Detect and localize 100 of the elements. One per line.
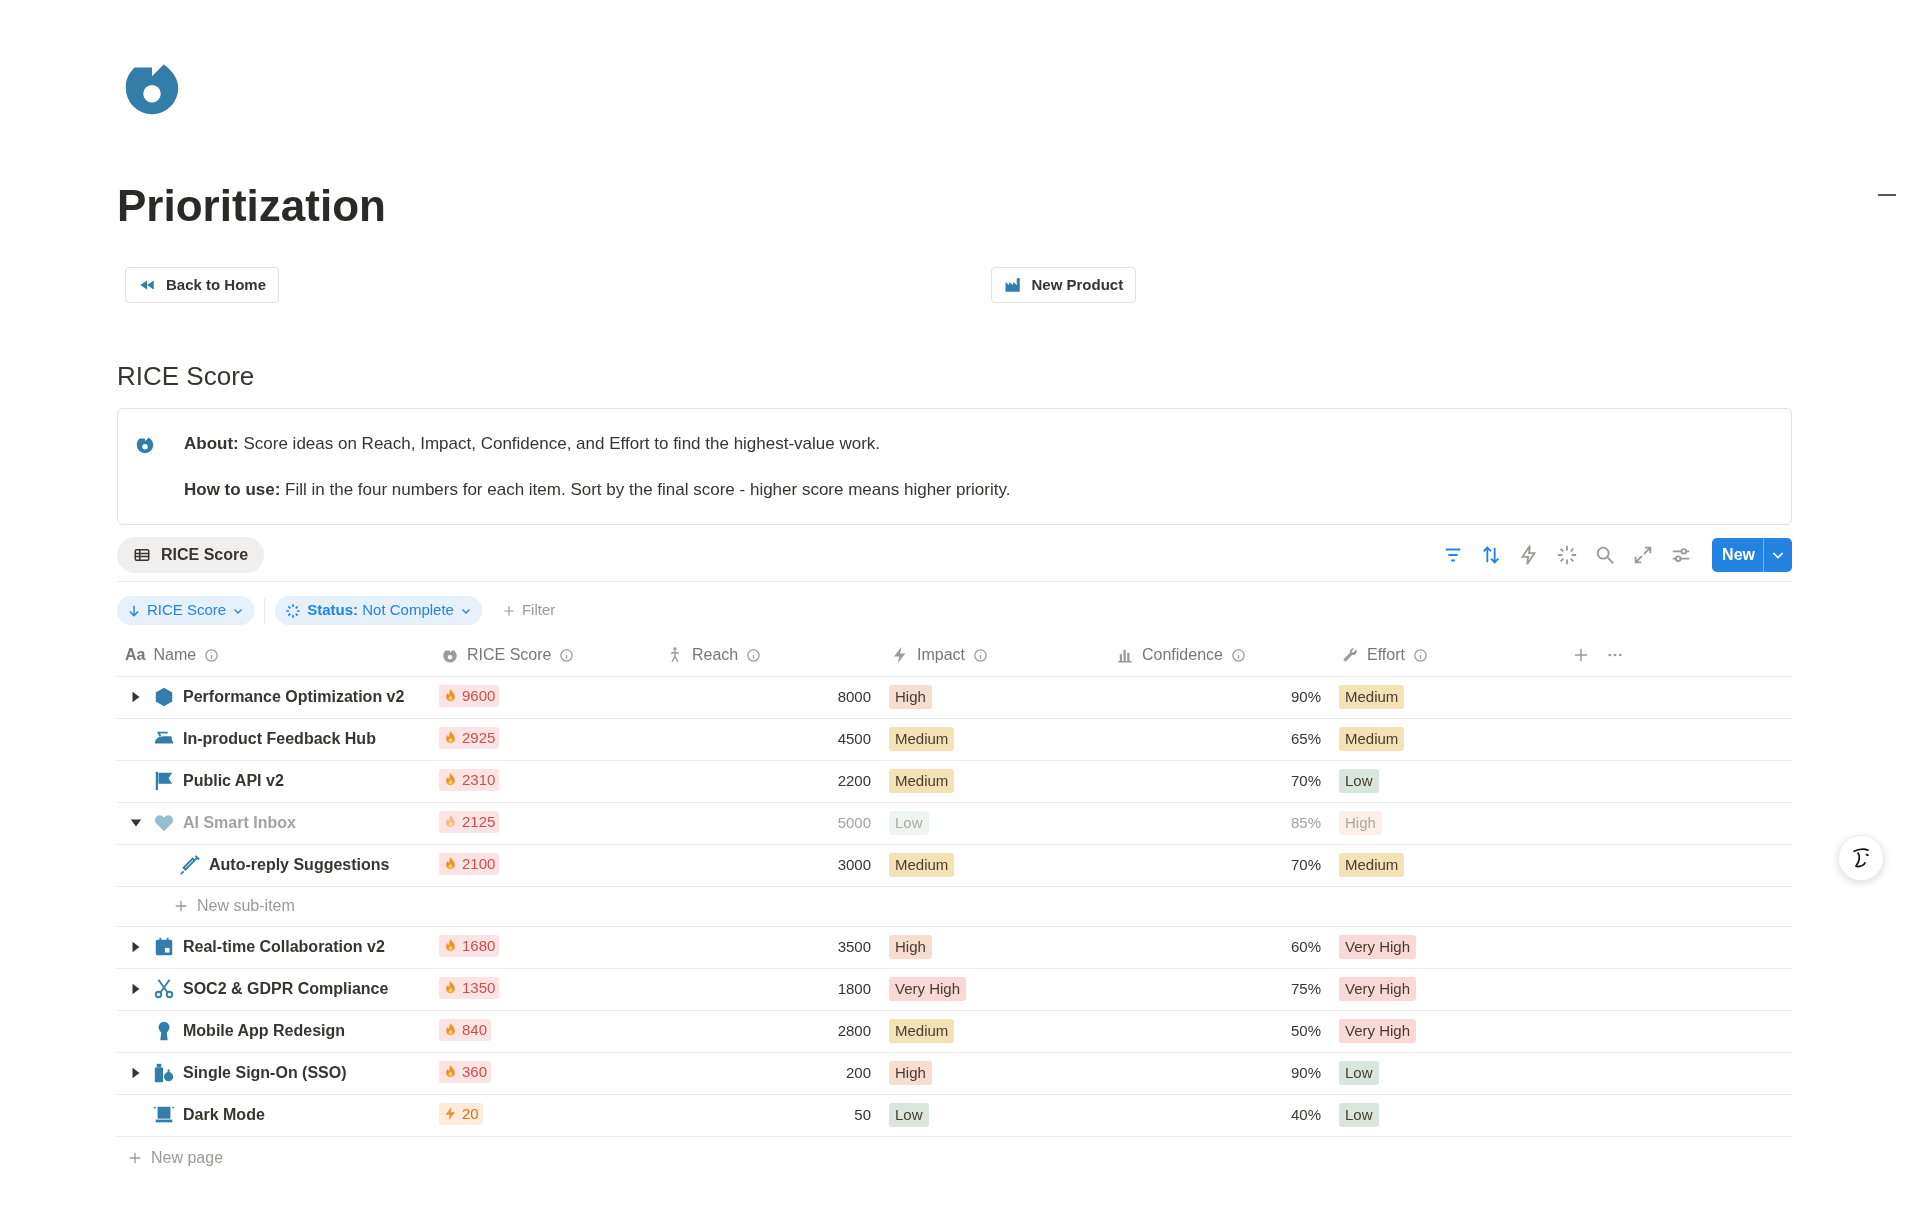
tag: Very High <box>1339 935 1417 960</box>
tag: Medium <box>889 727 955 752</box>
arrow-down-icon <box>127 603 141 618</box>
tag: High <box>1339 811 1382 836</box>
fire-icon <box>443 1022 458 1038</box>
plus-icon <box>501 603 516 618</box>
search-icon[interactable] <box>1594 544 1617 567</box>
row-title[interactable]: Auto-reply Suggestions <box>209 853 390 878</box>
bottles-icon <box>153 1062 175 1085</box>
column-header[interactable]: RICE Score <box>467 643 552 668</box>
loading-icon <box>285 602 302 619</box>
table-cell-text: 5000 <box>836 813 872 834</box>
new-sub-item-button[interactable]: New sub-item <box>173 894 295 919</box>
row-title[interactable]: Performance Optimization v2 <box>183 685 405 710</box>
sparkle-icon[interactable] <box>1556 544 1579 567</box>
score-value: 840 <box>439 1018 492 1041</box>
scissors-icon <box>153 978 175 1001</box>
table-cell-text: 50 <box>853 1105 872 1126</box>
score-value: 2925 <box>439 726 500 749</box>
filter-chip[interactable]: Status: Not Complete <box>275 596 482 625</box>
wrench-icon <box>1341 646 1359 665</box>
tag: High <box>889 1061 932 1086</box>
score-value: 2100 <box>439 852 500 875</box>
row-title[interactable]: Single Sign-On (SSO) <box>183 1061 347 1086</box>
score-value: 2310 <box>439 768 500 791</box>
outline-marker[interactable] <box>1878 194 1896 196</box>
score-value: 1680 <box>439 934 500 957</box>
new-page-button[interactable]: New page <box>127 1146 224 1170</box>
callout-text: About: Score ideas on Reach, Impact, Confidence, and Effort to find the highest-value work. <box>184 433 882 456</box>
fire-icon <box>443 772 458 788</box>
column-header[interactable]: Reach <box>692 643 739 668</box>
table-cell-text: 65% <box>1289 729 1322 750</box>
syringe-icon <box>179 854 201 877</box>
table-cell-text: 70% <box>1289 855 1322 876</box>
info-icon <box>973 648 988 663</box>
info-icon <box>204 648 220 663</box>
tag: High <box>889 935 932 960</box>
tag: Low <box>1339 1061 1379 1086</box>
score-value: 20 <box>439 1102 483 1125</box>
sort-chip[interactable]: RICE Score <box>117 596 255 625</box>
fire-icon <box>443 938 458 954</box>
column-header[interactable]: Effort <box>1367 643 1405 668</box>
table-cell-text: 3500 <box>836 937 872 958</box>
tag: High <box>889 685 932 710</box>
flag-icon <box>153 770 175 793</box>
tag: Medium <box>1339 853 1405 878</box>
tag: Medium <box>889 1019 955 1044</box>
tag: Low <box>889 811 929 836</box>
info-icon <box>559 648 575 663</box>
new-product-button[interactable]: New Product <box>990 266 1137 304</box>
section-heading: RICE Score <box>117 361 256 393</box>
table-cell-text: 70% <box>1289 771 1322 792</box>
row-title[interactable]: Real-time Collaboration v2 <box>183 935 385 960</box>
row-title[interactable]: In-product Feedback Hub <box>183 727 376 752</box>
table-cell-text: 2800 <box>836 1021 872 1042</box>
back-button[interactable]: Back to Home <box>125 266 280 304</box>
table-cell-text: 4500 <box>836 729 872 750</box>
row-title[interactable]: AI Smart Inbox <box>183 811 296 836</box>
add-filter-button[interactable]: Filter <box>491 596 566 625</box>
column-header[interactable]: Confidence <box>1142 643 1223 668</box>
tag: Very High <box>889 977 967 1002</box>
type-glyph: Aa <box>125 645 146 666</box>
table-cell-text: 85% <box>1289 813 1322 834</box>
fire-icon <box>443 814 458 830</box>
row-title[interactable]: Dark Mode <box>183 1103 265 1128</box>
hexagon-icon <box>153 686 175 709</box>
tag: Low <box>1339 769 1379 794</box>
row-title[interactable]: SOC2 & GDPR Compliance <box>183 977 389 1002</box>
tag: Medium <box>1339 685 1405 710</box>
plus-icon <box>127 1150 143 1166</box>
table-cell-text: 2200 <box>836 771 872 792</box>
table-cell-text: 1800 <box>836 979 872 1000</box>
score-value: 1350 <box>439 976 500 999</box>
fire-icon <box>443 1064 458 1080</box>
fire-icon <box>443 856 458 872</box>
lightning-icon <box>443 1106 458 1122</box>
row-title[interactable]: Mobile App Redesign <box>183 1019 346 1044</box>
row-title[interactable]: Public API v2 <box>183 769 284 794</box>
score-value: 360 <box>439 1060 492 1083</box>
table-cell-text: 90% <box>1289 1063 1322 1084</box>
fire-icon <box>443 980 458 996</box>
table-cell-text: 60% <box>1289 937 1322 958</box>
fire-icon <box>443 730 458 746</box>
column-header[interactable]: Impact <box>917 643 965 668</box>
score-value: 9600 <box>439 684 500 707</box>
table-cell-text: 200 <box>844 1063 872 1084</box>
info-icon <box>1412 648 1428 663</box>
assistant-button[interactable] <box>1838 835 1884 881</box>
table-cell-text: 75% <box>1289 979 1322 1000</box>
column-header[interactable]: Name <box>153 643 197 668</box>
callout-text: How to use: Fill in the four numbers for each item. Sort by the final score - higher score means higher priority. <box>184 479 1012 501</box>
tag: Very High <box>1339 977 1417 1002</box>
table-cell-text: 8000 <box>836 687 872 708</box>
tag: Very High <box>1339 1019 1417 1044</box>
table-cell-text: 40% <box>1289 1105 1322 1126</box>
view-tab[interactable]: RICE Score <box>117 537 265 574</box>
factory-icon <box>1003 276 1022 295</box>
table-cell-text: 90% <box>1289 687 1322 708</box>
page-title: Prioritization <box>117 180 387 232</box>
new-button[interactable]: New <box>1712 538 1792 573</box>
